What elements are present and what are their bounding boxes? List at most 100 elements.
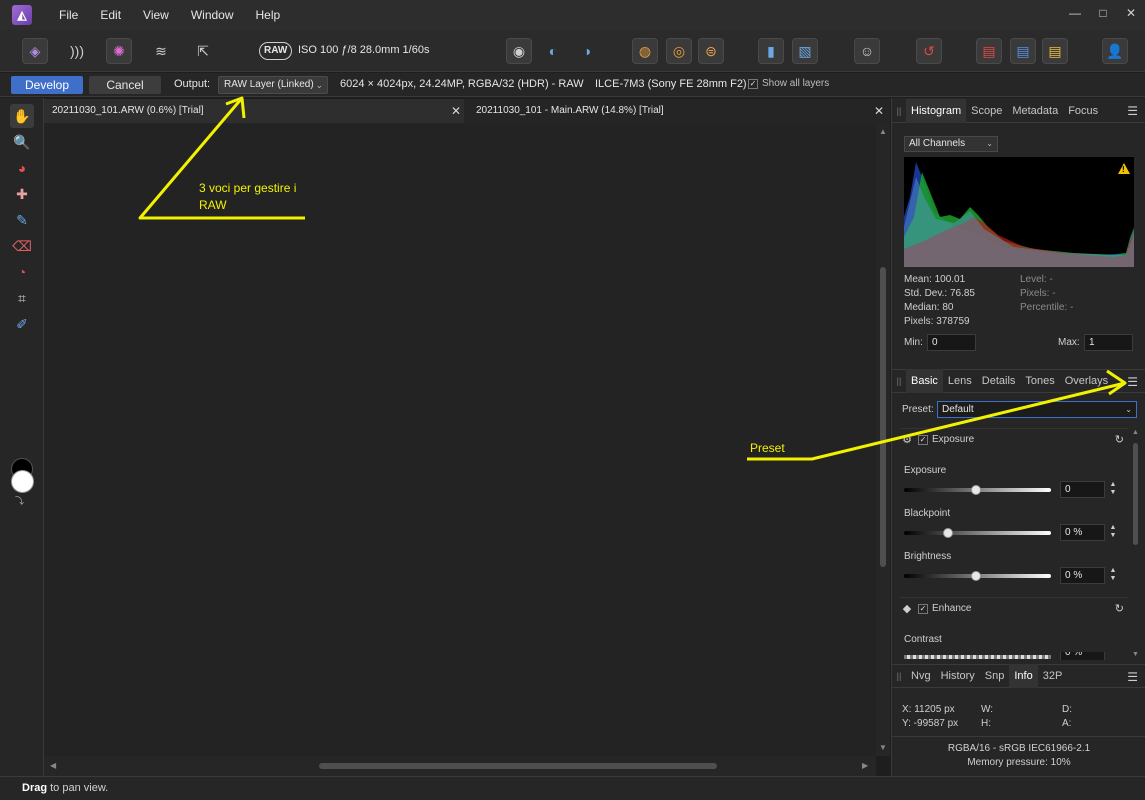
hamburger-menu-icon[interactable]: ☰ bbox=[1127, 104, 1138, 118]
overlay-paint-tool-icon[interactable]: ✎ bbox=[10, 208, 34, 232]
exposure-section-header[interactable]: ⚙ ✓ Exposure ↻ bbox=[900, 428, 1128, 450]
output-select[interactable]: RAW Layer (Linked) ⌄ bbox=[218, 76, 328, 94]
tab-lens[interactable]: Lens bbox=[943, 369, 977, 393]
scroll-up-icon[interactable]: ▲ bbox=[1132, 429, 1139, 436]
tab-32p[interactable]: 32P bbox=[1038, 664, 1068, 688]
yellow-channel-icon[interactable]: ▤ bbox=[1042, 38, 1068, 64]
export-persona-icon[interactable]: ⇱ bbox=[190, 38, 216, 64]
scroll-left-icon[interactable]: ◀ bbox=[50, 761, 56, 770]
canvas-vertical-scroll-thumb[interactable] bbox=[880, 267, 886, 567]
menu-window[interactable]: Window bbox=[180, 0, 245, 30]
clipping-tones-icon[interactable]: ⊜ bbox=[698, 38, 724, 64]
tab-navigator[interactable]: Nvg bbox=[906, 664, 936, 688]
menu-view[interactable]: View bbox=[132, 0, 180, 30]
hamburger-menu-icon[interactable]: ☰ bbox=[1127, 375, 1138, 389]
scroll-up-icon[interactable]: ▲ bbox=[879, 127, 887, 136]
max-field[interactable]: 1 bbox=[1084, 334, 1133, 351]
undo-redo-icon[interactable]: ↺ bbox=[916, 38, 942, 64]
panel-grip-icon[interactable]: || bbox=[892, 376, 906, 386]
hand-tool-icon[interactable]: ✋ bbox=[10, 104, 34, 128]
scroll-right-icon[interactable]: ▶ bbox=[862, 761, 868, 770]
clipping-shadows-icon[interactable]: ◎ bbox=[666, 38, 692, 64]
tab-details[interactable]: Details bbox=[977, 369, 1021, 393]
liquify-persona-icon[interactable]: ))) bbox=[64, 38, 90, 64]
blackpoint-slider-thumb[interactable] bbox=[943, 528, 954, 538]
tab-snapshots[interactable]: Snp bbox=[980, 664, 1010, 688]
contrast-slider[interactable] bbox=[904, 655, 1051, 660]
brightness-slider[interactable] bbox=[904, 571, 1051, 581]
scroll-down-icon[interactable]: ▼ bbox=[879, 743, 887, 752]
enhance-enable-checkbox[interactable]: ✓ bbox=[918, 603, 928, 614]
blue-channel-icon[interactable]: ▤ bbox=[1010, 38, 1036, 64]
close-tab-icon[interactable]: ✕ bbox=[874, 99, 884, 123]
crop-tool-icon[interactable]: ⌗ bbox=[10, 286, 34, 310]
swap-colors-icon[interactable]: ⤵ bbox=[15, 494, 24, 507]
tab-history[interactable]: History bbox=[936, 664, 980, 688]
panel-grip-icon[interactable]: || bbox=[892, 106, 906, 116]
before-after-icon[interactable]: ▧ bbox=[792, 38, 818, 64]
tab-overlays[interactable]: Overlays bbox=[1060, 369, 1113, 393]
cancel-button[interactable]: Cancel bbox=[89, 76, 161, 94]
develop-button[interactable]: Develop bbox=[11, 76, 83, 94]
tab-scope[interactable]: Scope bbox=[966, 99, 1007, 123]
tab-histogram[interactable]: Histogram bbox=[906, 98, 967, 123]
overlay-erase-tool-icon[interactable]: ⌫ bbox=[10, 234, 34, 258]
develop-persona-icon[interactable]: ✺ bbox=[106, 38, 132, 64]
exposure-field[interactable]: 0 bbox=[1060, 481, 1105, 498]
tab-basic[interactable]: Basic bbox=[906, 369, 943, 393]
brightness-stepper-icon[interactable]: ▲ ▼ bbox=[1108, 567, 1118, 584]
menu-help[interactable]: Help bbox=[245, 0, 292, 30]
exposure-enable-checkbox[interactable]: ✓ bbox=[918, 434, 928, 445]
user-account-icon[interactable]: 👤 bbox=[1102, 38, 1128, 64]
photo-persona-icon[interactable]: ◈ bbox=[22, 38, 48, 64]
close-window-button[interactable]: ✕ bbox=[1117, 0, 1145, 26]
enhance-section-header[interactable]: ◆ ✓ Enhance ↻ bbox=[900, 597, 1128, 619]
blackpoint-slider[interactable] bbox=[904, 528, 1051, 538]
develop-assistant-icon[interactable]: ☺ bbox=[854, 38, 880, 64]
clipping-highlights-icon[interactable]: ◍ bbox=[632, 38, 658, 64]
menu-file[interactable]: File bbox=[48, 0, 89, 30]
canvas-horizontal-scroll-thumb[interactable] bbox=[319, 763, 717, 769]
develop-panel-scroll-thumb[interactable] bbox=[1133, 443, 1138, 545]
exposure-stepper-icon[interactable]: ▲ ▼ bbox=[1108, 481, 1118, 498]
canvas-horizontal-scrollbar[interactable]: ◀ ▶ bbox=[44, 756, 876, 776]
menu-edit[interactable]: Edit bbox=[89, 0, 132, 30]
tone-mapping-persona-icon[interactable]: ≋ bbox=[148, 38, 174, 64]
canvas-vertical-scrollbar[interactable]: ▲ ▼ bbox=[876, 123, 890, 756]
channel-select[interactable]: All Channels ⌄ bbox=[904, 136, 998, 152]
primary-color-swatch[interactable] bbox=[11, 470, 34, 493]
scroll-down-icon[interactable]: ▼ bbox=[1132, 651, 1139, 658]
split-view-icon[interactable]: ◐ bbox=[540, 38, 566, 64]
eye-preview-icon[interactable]: ◉ bbox=[506, 38, 532, 64]
contrast-field[interactable]: 0 % bbox=[1060, 652, 1105, 660]
tab-metadata[interactable]: Metadata bbox=[1007, 99, 1063, 123]
tab-document-2[interactable]: 20211030_101 - Main.ARW (14.8%) [Trial] bbox=[468, 99, 878, 123]
maximize-button[interactable]: □ bbox=[1089, 0, 1117, 26]
minimize-button[interactable]: — bbox=[1061, 0, 1089, 26]
white-balance-tool-icon[interactable]: ✐ bbox=[10, 312, 34, 336]
red-channel-icon[interactable]: ▤ bbox=[976, 38, 1002, 64]
tab-focus[interactable]: Focus bbox=[1063, 99, 1103, 123]
reset-icon[interactable]: ↻ bbox=[1115, 602, 1124, 615]
min-field[interactable]: 0 bbox=[927, 334, 976, 351]
hamburger-menu-icon[interactable]: ☰ bbox=[1127, 670, 1138, 684]
develop-panel-scrollbar[interactable]: ▲ ▼ bbox=[1132, 429, 1140, 661]
red-eye-tool-icon[interactable]: ◕ bbox=[10, 156, 34, 180]
panel-grip-icon[interactable]: || bbox=[892, 671, 906, 681]
exposure-slider[interactable] bbox=[904, 485, 1051, 495]
show-all-layers-toggle[interactable]: ✓ Show all layers bbox=[748, 78, 829, 89]
assistant-options-icon[interactable]: ▮ bbox=[758, 38, 784, 64]
tab-document-1[interactable]: 20211030_101.ARW (0.6%) [Trial] bbox=[44, 99, 464, 123]
mirror-view-icon[interactable]: ◑ bbox=[574, 38, 600, 64]
blackpoint-field[interactable]: 0 % bbox=[1060, 524, 1105, 541]
preset-select[interactable]: Default ⌄ bbox=[937, 401, 1137, 418]
overlay-gradient-tool-icon[interactable]: ◔ bbox=[10, 260, 34, 284]
exposure-slider-thumb[interactable] bbox=[971, 485, 982, 495]
blemish-removal-tool-icon[interactable]: ✚ bbox=[10, 182, 34, 206]
tab-info[interactable]: Info bbox=[1009, 664, 1038, 688]
blackpoint-stepper-icon[interactable]: ▲ ▼ bbox=[1108, 524, 1118, 541]
brightness-field[interactable]: 0 % bbox=[1060, 567, 1105, 584]
zoom-tool-icon[interactable]: 🔍 bbox=[10, 130, 34, 154]
tab-tones[interactable]: Tones bbox=[1020, 369, 1059, 393]
close-tab-icon[interactable]: ✕ bbox=[451, 99, 461, 123]
